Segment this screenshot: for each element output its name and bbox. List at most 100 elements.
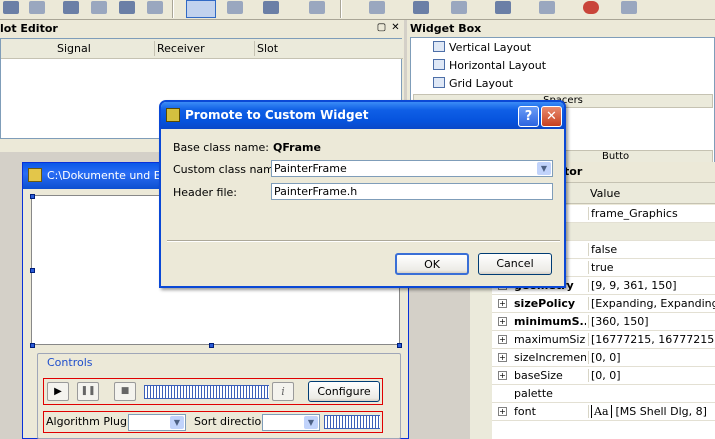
- toolbar-lower-icon[interactable]: [116, 0, 138, 16]
- resize-handle[interactable]: [30, 194, 35, 199]
- expand-icon[interactable]: +: [498, 353, 507, 362]
- property-value-text: [0, 0]: [591, 351, 621, 364]
- property-row[interactable]: + minimumS... [360, 150]: [470, 313, 715, 331]
- property-name: font: [514, 405, 536, 418]
- resize-handle[interactable]: [30, 268, 35, 273]
- pause-icon[interactable]: ❚❚: [77, 382, 99, 401]
- connections-table-header: Signal Receiver Slot: [1, 39, 403, 59]
- toolbar-break-layout-icon[interactable]: [580, 0, 602, 16]
- property-value[interactable]: false: [588, 243, 715, 256]
- widget-vertical-layout[interactable]: Vertical Layout: [433, 39, 531, 57]
- property-value[interactable]: true: [588, 261, 715, 274]
- property-row[interactable]: + font Aa [MS Shell Dlg, 8]: [470, 403, 715, 421]
- toolbar-tab-order-icon[interactable]: [306, 0, 328, 16]
- toolbar-raise-icon[interactable]: [144, 0, 166, 16]
- custom-class-combo[interactable]: PainterFrame ▼: [271, 160, 553, 177]
- widget-grid-layout[interactable]: Grid Layout: [433, 75, 513, 93]
- play-icon[interactable]: ▶: [47, 382, 69, 401]
- expand-icon[interactable]: +: [498, 317, 507, 326]
- property-value-text: [9, 9, 361, 150]: [591, 279, 677, 292]
- header-file-input[interactable]: PainterFrame.h: [271, 183, 553, 200]
- toolbar-layout-grid-icon[interactable]: [448, 0, 470, 16]
- promote-dialog[interactable]: Promote to Custom Widget ? ✕ Base class …: [159, 100, 566, 288]
- horizontal-spacer: [144, 385, 269, 399]
- ok-button[interactable]: OK: [395, 253, 469, 275]
- toolbar-paste-icon[interactable]: [60, 0, 82, 16]
- toolbar-buddy-icon[interactable]: [260, 0, 282, 16]
- close-icon[interactable]: ✕: [389, 22, 402, 35]
- column-divider: [154, 41, 155, 56]
- widget-label: Grid Layout: [449, 77, 513, 90]
- help-button[interactable]: ?: [518, 106, 539, 127]
- header-file-label: Header file:: [173, 186, 238, 199]
- property-name: palette: [514, 387, 553, 400]
- expand-icon[interactable]: +: [498, 407, 507, 416]
- float-icon[interactable]: ▢: [375, 22, 388, 35]
- toolbar-adjust-size-icon[interactable]: [492, 0, 514, 16]
- signal-slot-editor-title: lot Editor: [0, 22, 58, 35]
- algorithm-plugin-combo[interactable]: ▼: [128, 414, 186, 431]
- property-row[interactable]: + maximumSize [16777215, 16777215]: [470, 331, 715, 349]
- property-row[interactable]: palette: [470, 385, 715, 403]
- widget-horizontal-layout[interactable]: Horizontal Layout: [433, 57, 546, 75]
- toolbar-layout-vertical-icon[interactable]: [410, 0, 432, 16]
- property-value[interactable]: [0, 0]: [588, 369, 715, 382]
- property-value[interactable]: [360, 150]: [588, 315, 715, 328]
- toolbar-edit-widgets-icon[interactable]: [186, 0, 216, 18]
- promote-dialog-titlebar[interactable]: Promote to Custom Widget: [161, 102, 564, 129]
- property-name: minimumS...: [514, 315, 586, 328]
- expand-icon[interactable]: +: [498, 299, 507, 308]
- resize-handle[interactable]: [209, 343, 214, 348]
- property-row[interactable]: + sizePolicy [Expanding, Expanding, 0,: [470, 295, 715, 313]
- property-name: baseSize: [514, 369, 563, 382]
- resize-handle[interactable]: [30, 343, 35, 348]
- property-value-text: [360, 150]: [591, 315, 649, 328]
- sort-direction-label: Sort direction: [194, 415, 269, 428]
- expand-icon[interactable]: +: [498, 371, 507, 380]
- column-signal[interactable]: Signal: [57, 42, 91, 55]
- toolbar-separator: [340, 0, 342, 18]
- main-toolbar: [0, 0, 715, 20]
- property-value-text: [MS Shell Dlg, 8]: [615, 405, 707, 418]
- toolbar-split-icon[interactable]: [536, 0, 558, 16]
- toolbar-preview-icon[interactable]: [618, 0, 640, 16]
- plugin-options-layout: Algorithm Plugin ▼ Sort direction ▼: [43, 411, 383, 433]
- toolbar-signals-slots-icon[interactable]: [224, 0, 246, 16]
- property-value[interactable]: [0, 0]: [588, 351, 715, 364]
- resize-handle[interactable]: [397, 343, 402, 348]
- sort-direction-combo[interactable]: ▼: [262, 414, 320, 431]
- configure-button[interactable]: Configure: [308, 381, 380, 402]
- info-icon[interactable]: i: [272, 382, 294, 401]
- property-value[interactable]: [9, 9, 361, 150]: [588, 279, 715, 292]
- column-value[interactable]: Value: [590, 187, 620, 200]
- close-button[interactable]: ✕: [541, 106, 562, 127]
- expand-icon[interactable]: +: [498, 335, 507, 344]
- horizontal-spacer: [324, 415, 380, 429]
- widget-box-title: Widget Box: [410, 22, 482, 35]
- property-value[interactable]: [Expanding, Expanding, 0,: [588, 297, 715, 310]
- playback-controls-layout: ▶ ❚❚ ■ i Configure: [43, 378, 383, 405]
- property-row[interactable]: + baseSize [0, 0]: [470, 367, 715, 385]
- header-file-value: PainterFrame.h: [274, 185, 358, 198]
- column-slot[interactable]: Slot: [257, 42, 278, 55]
- base-class-label: Base class name:: [173, 141, 269, 154]
- toolbar-delete-icon[interactable]: [88, 0, 110, 16]
- toolbar-layout-horizontal-icon[interactable]: [366, 0, 388, 16]
- property-value-text: frame_Graphics: [591, 207, 678, 220]
- column-receiver[interactable]: Receiver: [157, 42, 205, 55]
- cancel-button[interactable]: Cancel: [478, 253, 552, 275]
- chevron-down-icon: ▼: [304, 416, 318, 429]
- chevron-down-icon[interactable]: ▼: [537, 162, 551, 175]
- stop-icon[interactable]: ■: [114, 382, 136, 401]
- property-value[interactable]: Aa [MS Shell Dlg, 8]: [588, 405, 715, 418]
- property-value[interactable]: [16777215, 16777215]: [588, 333, 715, 346]
- property-name: maximumSize: [514, 333, 586, 346]
- property-name: sizeIncrement: [514, 351, 586, 364]
- property-value-text: [Expanding, Expanding, 0,: [591, 297, 715, 310]
- form-window-title: C:\Dokumente und Eins: [47, 169, 177, 182]
- custom-class-label: Custom class name:: [173, 163, 285, 176]
- property-value[interactable]: frame_Graphics: [588, 207, 715, 220]
- toolbar-cut-icon[interactable]: [0, 0, 22, 16]
- property-row[interactable]: + sizeIncrement [0, 0]: [470, 349, 715, 367]
- toolbar-copy-icon[interactable]: [26, 0, 48, 16]
